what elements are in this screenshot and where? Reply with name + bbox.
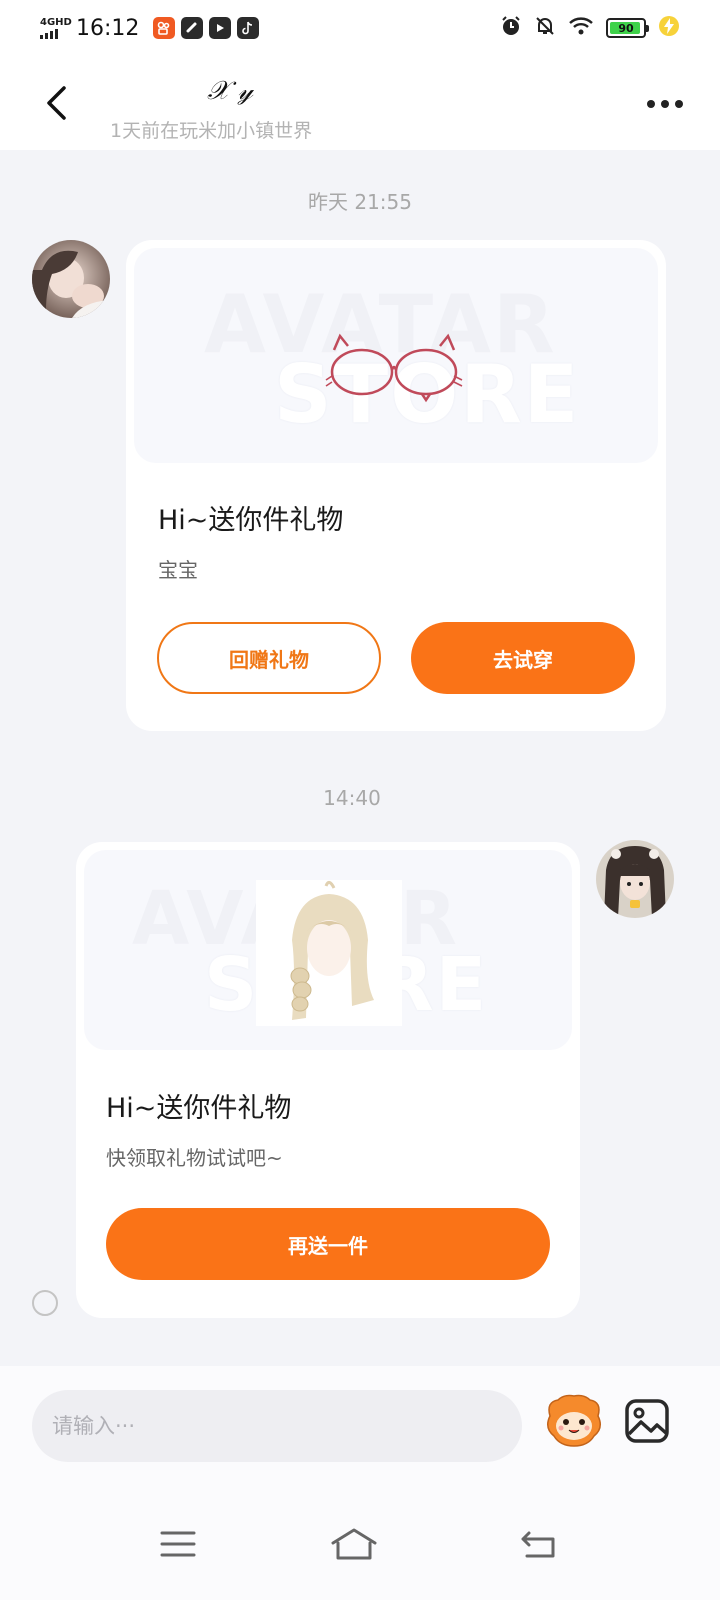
chevron-left-icon (47, 86, 66, 120)
back-button[interactable] (36, 80, 76, 126)
wifi-icon (568, 16, 594, 41)
friend-avatar[interactable] (32, 240, 110, 318)
activity-status: 1天前在玩米加小镇世界 (110, 120, 313, 142)
status-right: 90 (500, 15, 680, 42)
gift-image[interactable]: AVATAR STORE (84, 850, 572, 1050)
charging-icon (658, 15, 680, 42)
gift-title: Hi~送你件礼物 (158, 505, 344, 536)
timestamp: 14:40 (323, 786, 381, 810)
mute-icon (534, 15, 556, 42)
system-nav-bar (0, 1490, 720, 1600)
signal-icon (40, 29, 70, 39)
status-left: 4GHD 16:12 (40, 15, 260, 41)
gift-title: Hi~送你件礼物 (106, 1093, 292, 1124)
network-indicator: 4GHD (40, 17, 72, 39)
gift-image[interactable]: AVATAR STORE (134, 248, 658, 463)
dot-icon (647, 100, 655, 108)
home-icon (331, 1528, 377, 1560)
dot-icon (675, 100, 683, 108)
timestamp: 昨天 21:55 (308, 190, 412, 214)
battery-icon: 90 (606, 18, 649, 38)
chat-header: 𝒳 𝓎 1天前在玩米加小镇世界 (0, 56, 720, 150)
send-another-button[interactable]: 再送一件 (106, 1208, 550, 1280)
return-icon (521, 1531, 555, 1558)
status-time: 16:12 (76, 15, 140, 41)
network-label: 4GHD (40, 17, 72, 28)
image-picker-button[interactable] (624, 1398, 674, 1446)
battery-level: 90 (618, 21, 634, 35)
mascot-icon (547, 1394, 601, 1447)
hair-item-icon (256, 880, 402, 1026)
gift-message: 快领取礼物试试吧~ (106, 1146, 283, 1170)
input-bar (0, 1366, 720, 1490)
message-input[interactable] (32, 1390, 522, 1462)
gift-card-received: AVATAR STORE Hi~送你件礼物 宝宝 回赠礼物 去试穿 (126, 240, 666, 731)
menu-icon (160, 1531, 196, 1557)
alarm-icon (500, 15, 522, 42)
glasses-item-icon (325, 333, 463, 403)
return-gift-button[interactable]: 回赠礼物 (157, 622, 381, 694)
message-select-radio[interactable] (32, 1290, 58, 1316)
dot-icon (661, 100, 669, 108)
back-nav-button[interactable] (508, 1520, 568, 1568)
link-icon (181, 17, 204, 39)
try-on-button[interactable]: 去试穿 (411, 622, 635, 694)
home-nav-button[interactable] (324, 1520, 384, 1568)
sticker-button[interactable] (544, 1392, 604, 1450)
kuaishou-icon (153, 17, 176, 39)
menu-nav-button[interactable] (148, 1520, 208, 1568)
my-avatar[interactable] (596, 840, 674, 918)
tiktok-icon (237, 17, 260, 39)
status-bar: 4GHD 16:12 90 (0, 0, 720, 56)
gift-message: 宝宝 (158, 558, 198, 582)
gift-card-sent: AVATAR STORE Hi~送你件礼物 快领取礼物试试吧~ 再送一件 (76, 842, 580, 1318)
more-options-button[interactable] (640, 90, 690, 118)
image-icon (625, 1399, 669, 1443)
page-title: 𝒳 𝓎 (207, 76, 253, 106)
play-icon (209, 17, 232, 39)
